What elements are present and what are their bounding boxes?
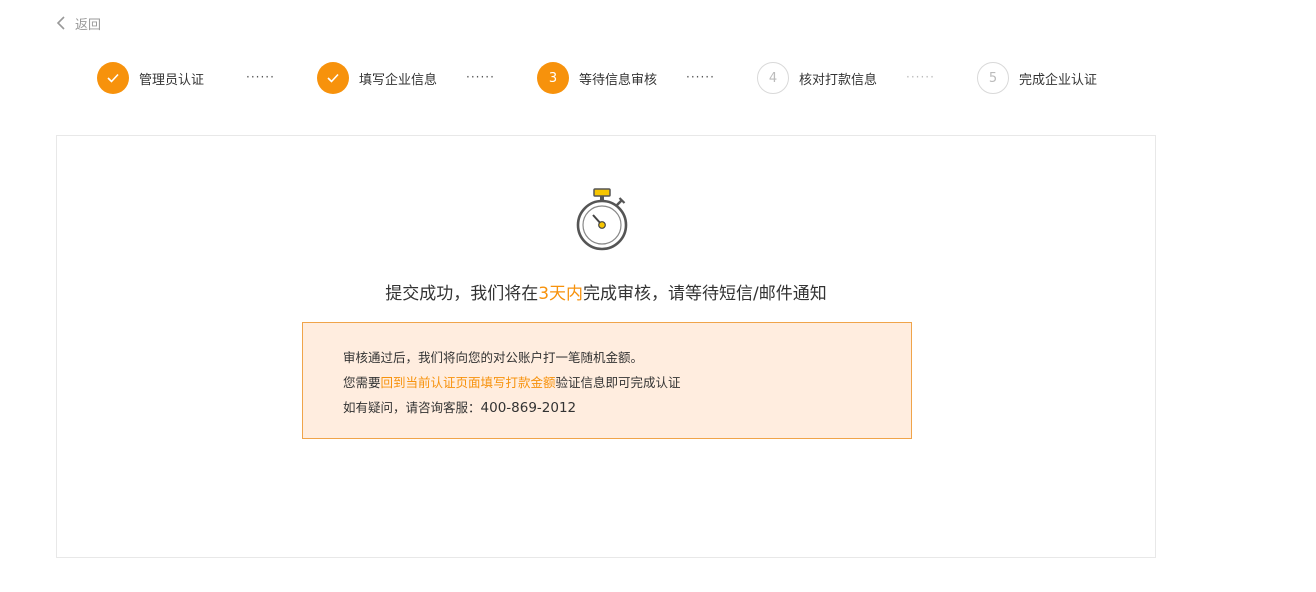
notice-line-1: 审核通过后，我们将向您的对公账户打一笔随机金额。	[343, 350, 644, 365]
step-waiting-review: 3 等待信息审核	[537, 62, 657, 94]
step-4-label: 核对打款信息	[799, 72, 878, 88]
submission-status-headline: 提交成功，我们将在3天内完成审核，请等待短信/邮件通知	[57, 279, 1155, 304]
step-separator: ······	[906, 70, 935, 84]
step-separator: ······	[246, 70, 275, 84]
step-5-label: 完成企业认证	[1019, 72, 1098, 88]
step-1-label: 管理员认证	[139, 72, 205, 88]
notice-line-3: 如有疑问，请咨询客服：400-869-2012	[343, 395, 911, 421]
return-fill-amount-link[interactable]: 回到当前认证页面填写打款金额	[381, 375, 556, 390]
step-separator: ······	[686, 70, 715, 84]
step-admin-verification: 管理员认证	[97, 62, 204, 94]
headline-prefix: 提交成功，我们将在	[385, 284, 539, 304]
notice-line-3-prefix: 如有疑问，请咨询客服：	[343, 400, 481, 415]
headline-highlight: 3天内	[538, 284, 584, 304]
step-2-label: 填写企业信息	[359, 72, 438, 88]
step-4-indicator: 4	[757, 62, 789, 94]
notice-line-2-suffix: 验证信息即可完成认证	[555, 375, 681, 390]
step-3-indicator: 3	[537, 62, 569, 94]
chevron-left-icon	[56, 16, 65, 30]
support-phone: 400-869-2012	[480, 400, 577, 416]
back-label: 返回	[75, 17, 102, 33]
notice-box: 审核通过后，我们将向您的对公账户打一笔随机金额。 您需要回到当前认证页面填写打款…	[302, 322, 912, 439]
check-icon	[327, 73, 339, 83]
back-button[interactable]: 返回	[55, 13, 101, 33]
step-complete: 5 完成企业认证	[977, 62, 1097, 94]
check-icon	[107, 73, 119, 83]
step-separator: ······	[466, 70, 495, 84]
status-panel: 提交成功，我们将在3天内完成审核，请等待短信/邮件通知 审核通过后，我们将向您的…	[56, 135, 1156, 558]
step-verify-payment: 4 核对打款信息	[757, 62, 877, 94]
step-1-indicator	[97, 62, 129, 94]
notice-line-2: 您需要回到当前认证页面填写打款金额验证信息即可完成认证	[343, 370, 911, 395]
step-5-indicator: 5	[977, 62, 1009, 94]
step-2-indicator	[317, 62, 349, 94]
headline-suffix: 完成审核，请等待短信/邮件通知	[583, 284, 827, 304]
step-3-label: 等待信息审核	[579, 72, 658, 88]
stopwatch-icon	[576, 188, 628, 251]
notice-line-2-prefix: 您需要	[343, 375, 381, 390]
step-company-info: 填写企业信息	[317, 62, 437, 94]
progress-steps: 管理员认证 ······ 填写企业信息 ······ 3 等待信息审核 ····…	[0, 62, 1316, 94]
